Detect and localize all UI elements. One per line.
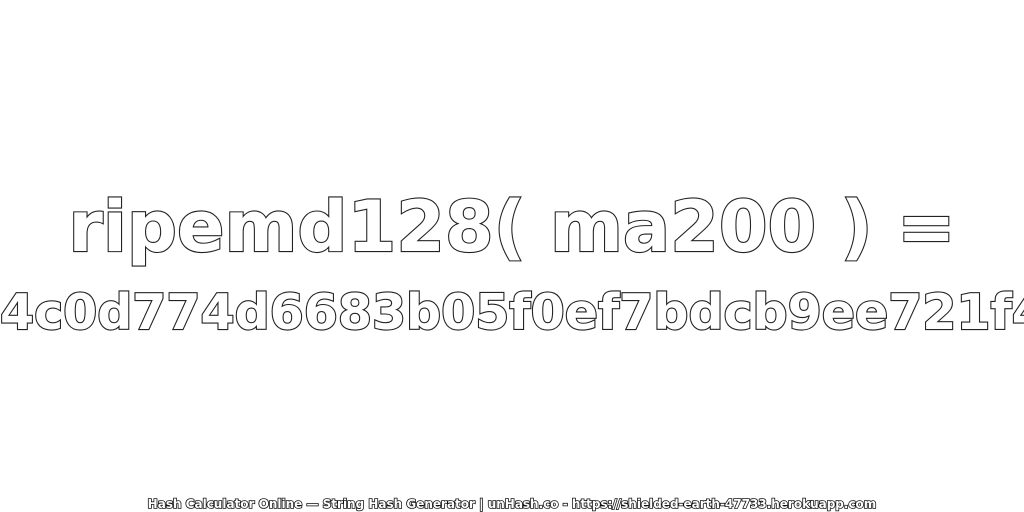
footer-credit: Hash Calculator Online — String Hash Gen… [147, 496, 877, 512]
hash-expression: ripemd128( ma200 ) = [67, 185, 957, 269]
hash-result: 4c0d774d6683b05f0ef7bdcb9ee721f4 [0, 283, 1024, 342]
